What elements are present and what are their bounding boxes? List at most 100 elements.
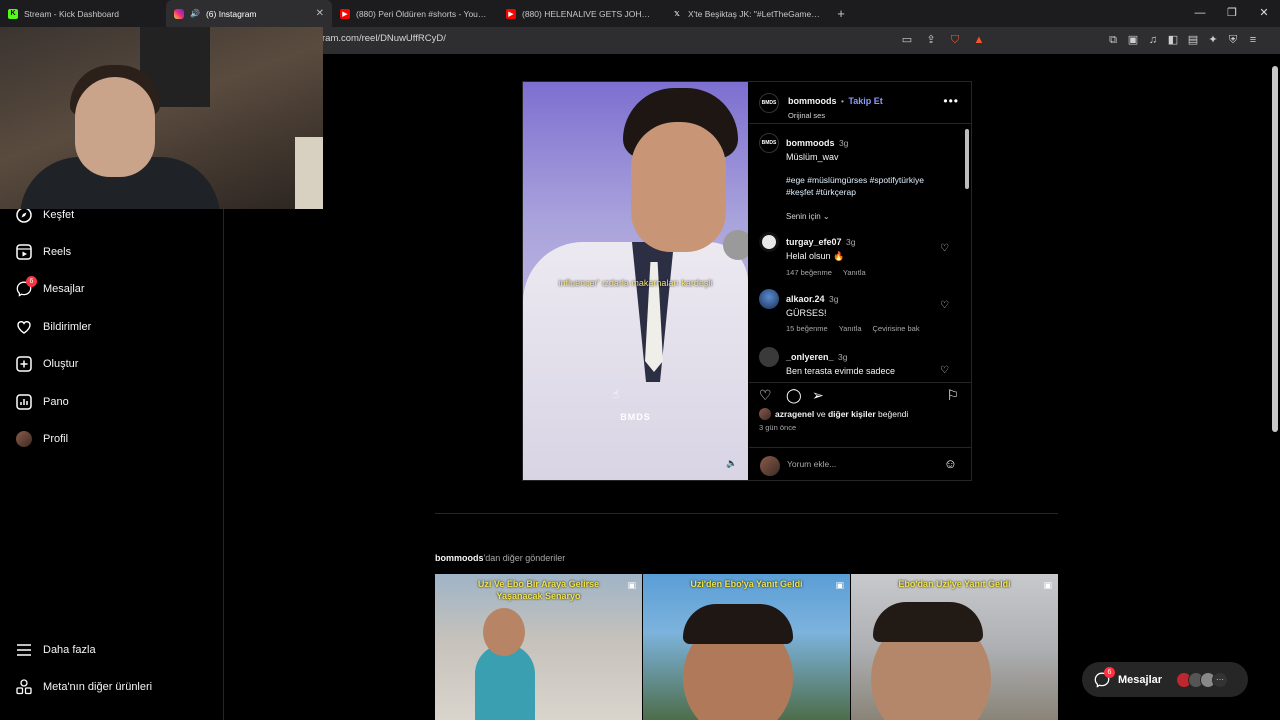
cast-icon[interactable]: ▭	[900, 33, 914, 47]
sidebar-item-more[interactable]: Daha fazla	[16, 642, 96, 658]
comment-username[interactable]: turgay_efe07	[786, 237, 842, 247]
comment-likes[interactable]: 147 beğenme	[786, 268, 832, 277]
description-text: Müslüm_wav	[786, 152, 839, 162]
post-thumbnail[interactable]: Uzi Ve Ebo Bir Araya Gelirse Yaşanacak Se…	[435, 574, 642, 720]
comment-username[interactable]: alkaor.24	[786, 294, 825, 304]
like-icon[interactable]: ♡	[759, 387, 772, 404]
post-side-panel: BMDS bommoods • Takip Et Orijinal ses ••…	[749, 82, 971, 480]
emoji-icon[interactable]: ☺	[944, 456, 957, 471]
comment-icon[interactable]: ◯	[786, 387, 802, 404]
author-avatar[interactable]: BMDS	[759, 93, 779, 113]
bookmark-icon[interactable]: ⚐	[946, 387, 959, 404]
music-icon[interactable]: ♫	[1146, 33, 1160, 47]
sidebar-item-meta-products[interactable]: Meta'nın diğer ürünleri	[16, 679, 152, 695]
tab-x[interactable]: 𝕏 X'te Beşiktaş JK: "#LetTheGameBegin	[664, 0, 830, 27]
youtube-icon: ▶	[506, 8, 516, 19]
minimize-icon[interactable]: —	[1184, 0, 1216, 27]
chart-icon	[16, 394, 32, 410]
meta-products-icon	[16, 679, 32, 695]
avatar[interactable]	[759, 232, 779, 252]
post-header: BMDS bommoods • Takip Et Orijinal ses ••…	[749, 82, 971, 124]
screenshot-icon[interactable]: ▣	[1126, 33, 1140, 47]
comment-username[interactable]: _onlyeren_	[786, 352, 834, 362]
comment-time: 3g	[845, 237, 856, 247]
speaker-icon[interactable]: 🔊	[190, 9, 200, 18]
comments-scrollbar[interactable]	[965, 129, 969, 189]
more-options-icon[interactable]: •••	[943, 94, 959, 108]
sidebar-item-label: Daha fazla	[43, 644, 96, 656]
sidebar-item-create[interactable]: Oluştur	[16, 356, 78, 372]
liked-by[interactable]: azragenel ve diğer kişiler beğendi	[759, 408, 908, 420]
notification-badge: 6	[26, 276, 37, 287]
menu-icon[interactable]: ≡	[1246, 33, 1260, 47]
see-translation-button[interactable]: Çevirisine bak	[873, 324, 920, 333]
hashtags[interactable]: #ege #müslümgürses #spotifytürkiye #keşf…	[786, 174, 956, 198]
like-comment-icon[interactable]: ♡	[940, 243, 949, 254]
comment-likes[interactable]: 15 beğenme	[786, 324, 828, 333]
tab-title: X'te Beşiktaş JK: "#LetTheGameBegin	[688, 8, 822, 19]
comment-item: _onlyeren_ 3g Ben terasta evimde sadece	[786, 347, 895, 375]
tab-youtube-2[interactable]: ▶ (880) HELENALIVE GETS JOHN CENA	[498, 0, 664, 27]
youtube-icon: ▶	[340, 8, 350, 19]
post-thumbnail[interactable]: Uzi'den Ebo'ya Yanıt Geldi ▣	[643, 574, 850, 720]
leo-ai-icon[interactable]: ✦	[1206, 33, 1220, 47]
sidebar-item-label: Keşfet	[43, 209, 75, 221]
extension-icons: ⧉ ▣ ♫ ◧ ▤ ✦ ⛨ ≡	[1106, 33, 1260, 47]
author-username[interactable]: bommoods	[788, 96, 837, 106]
author-avatar[interactable]: BMDS	[759, 133, 779, 153]
sidebar-item-profile[interactable]: Profil	[16, 431, 68, 447]
post-thumbnail[interactable]: Ebo'dan Uzi'ye Yanıt Geldi ▣	[851, 574, 1058, 720]
page-scrollbar[interactable]	[1272, 66, 1278, 432]
post-date: 3 gün önce	[759, 423, 797, 432]
comment-time: 3g	[838, 138, 849, 148]
messenger-icon: 6	[1094, 666, 1115, 688]
tab-youtube-1[interactable]: ▶ (880) Peri Öldüren #shorts - YouTube	[332, 0, 498, 27]
sidebar-item-label: Meta'nın diğer ürünleri	[43, 681, 153, 693]
tab-title: (880) HELENALIVE GETS JOHN CENA	[522, 8, 656, 19]
sidebar-item-notifications[interactable]: Bildirimler	[16, 319, 91, 335]
tab-instagram[interactable]: 🔊 (6) Instagram ✕	[166, 0, 332, 27]
tab-kick[interactable]: K Stream - Kick Dashboard	[0, 0, 166, 27]
maximize-icon[interactable]: ❐	[1216, 0, 1248, 27]
address-bar-icons: ▭ ⇪ ⛉ ▲	[900, 33, 986, 47]
reel-video[interactable]: influencer' ızdarla makarnaları kardeşli…	[523, 82, 748, 480]
like-comment-icon[interactable]: ♡	[940, 300, 949, 311]
avatar[interactable]	[759, 289, 779, 309]
sidebar-item-reels[interactable]: Reels	[16, 244, 71, 260]
sidebar-item-label: Profil	[43, 433, 69, 445]
extension-icon[interactable]: ⧉	[1106, 33, 1120, 47]
brave-shield-icon[interactable]: ⛉	[948, 33, 962, 47]
share-icon[interactable]: ➢	[812, 387, 824, 404]
like-comment-icon[interactable]: ♡	[940, 365, 949, 375]
reply-button[interactable]: Yanıtla	[839, 324, 862, 333]
comment-text: Ben terasta evimde sadece	[786, 366, 896, 375]
sidebar-item-dashboard[interactable]: Pano	[16, 394, 69, 410]
audio-label[interactable]: Orijinal ses	[788, 111, 883, 120]
close-window-icon[interactable]: ✕	[1248, 0, 1280, 27]
vpn-icon[interactable]: ⛨	[1226, 33, 1240, 47]
translation-dropdown[interactable]: Senin için ⌄	[786, 212, 956, 221]
sidebar-item-messages[interactable]: 6 Mesajlar	[16, 276, 85, 297]
author-username[interactable]: bommoods	[435, 553, 484, 563]
follow-button[interactable]: Takip Et	[848, 96, 882, 106]
wallet-icon[interactable]: ▤	[1186, 33, 1200, 47]
reels-icon	[16, 244, 32, 260]
video-watermark: BMDS	[620, 412, 651, 422]
new-tab-button[interactable]: +	[830, 6, 852, 21]
comment-input[interactable]	[787, 459, 927, 469]
plus-square-icon	[16, 356, 32, 372]
volume-icon[interactable]: 🔈	[726, 458, 737, 469]
sidebar-item-explore[interactable]: Keşfet	[16, 207, 74, 223]
comment-item: alkaor.24 3g GÜRSES! 15 beğenme Yanıtla …	[786, 289, 920, 333]
share-icon[interactable]: ⇪	[924, 33, 938, 47]
reply-button[interactable]: Yanıtla	[843, 268, 866, 277]
author-username[interactable]: bommoods	[786, 138, 835, 148]
url-field[interactable]: ram.com/reel/DNuwUffRCyD/	[322, 33, 446, 44]
messages-floating-button[interactable]: 6 Mesajlar ···	[1082, 662, 1248, 697]
sidebar-toggle-icon[interactable]: ◧	[1166, 33, 1180, 47]
conversation-avatars: ···	[1176, 671, 1229, 688]
brave-rewards-icon[interactable]: ▲	[972, 33, 986, 47]
avatar[interactable]	[759, 347, 779, 367]
close-tab-icon[interactable]: ✕	[316, 8, 324, 19]
instagram-icon	[174, 8, 184, 19]
